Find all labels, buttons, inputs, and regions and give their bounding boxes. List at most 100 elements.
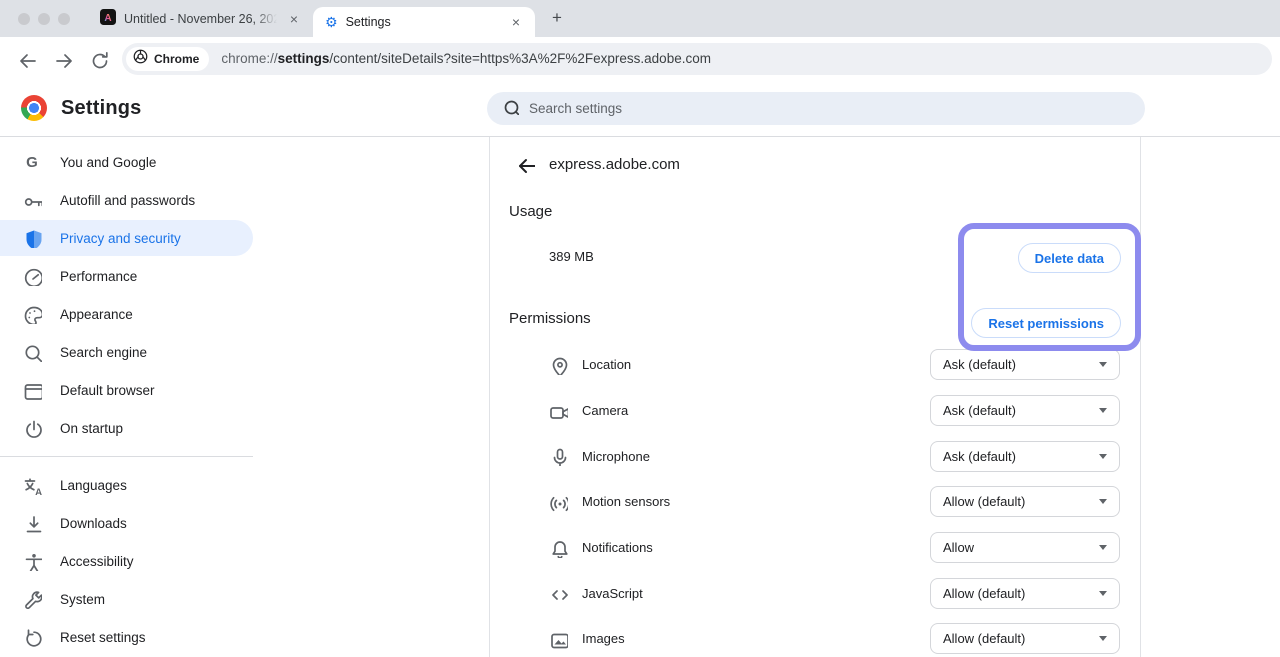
sidebar-item-label: You and Google <box>60 155 156 170</box>
tab-settings[interactable]: ⚙ Settings × <box>313 7 535 37</box>
sidebar-item-accessibility[interactable]: Accessibility <box>0 542 253 580</box>
camera-icon <box>548 401 568 421</box>
selected-value: Allow (default) <box>943 586 1025 601</box>
javascript-icon <box>548 583 568 603</box>
permissions-section-label: Permissions <box>509 310 591 327</box>
tab-title: Settings <box>346 15 499 29</box>
permission-row-images: Images Allow (default) <box>489 616 1141 657</box>
dropdown-caret-icon <box>1099 591 1107 596</box>
settings-sidebar: G You and Google Autofill and passwords … <box>0 137 300 656</box>
permission-label: JavaScript <box>582 586 643 601</box>
google-g-icon: G <box>22 152 42 172</box>
settings-search-input[interactable] <box>529 101 1131 116</box>
sidebar-item-label: System <box>60 592 105 607</box>
sidebar-item-label: Default browser <box>60 383 155 398</box>
sidebar-divider <box>0 456 253 457</box>
microphone-permission-select[interactable]: Ask (default) <box>930 441 1120 472</box>
sidebar-item-reset-settings[interactable]: Reset settings <box>0 618 253 656</box>
tab-strip: A Untitled - November 26, 202 × ⚙ Settin… <box>0 0 1280 37</box>
usage-value: 389 MB <box>549 249 594 264</box>
sidebar-item-label: Appearance <box>60 307 133 322</box>
forward-icon[interactable] <box>50 47 74 71</box>
settings-content: G You and Google Autofill and passwords … <box>0 137 1280 657</box>
key-icon <box>22 190 42 210</box>
tab-close-icon[interactable]: × <box>507 13 525 31</box>
dropdown-caret-icon <box>1099 545 1107 550</box>
window-controls <box>0 13 88 25</box>
sidebar-item-performance[interactable]: Performance <box>0 257 253 295</box>
permission-label: Notifications <box>582 540 653 555</box>
images-icon <box>548 629 568 649</box>
permission-row-camera: Camera Ask (default) <box>489 388 1141 434</box>
notifications-permission-select[interactable]: Allow <box>930 532 1120 563</box>
selected-value: Allow <box>943 540 974 555</box>
tab-close-icon[interactable]: × <box>285 10 303 28</box>
delete-data-button[interactable]: Delete data <box>1018 243 1121 273</box>
permission-row-javascript: JavaScript Allow (default) <box>489 570 1141 616</box>
sidebar-item-system[interactable]: System <box>0 580 253 618</box>
chrome-chip[interactable]: Chrome <box>126 47 209 71</box>
tab-untitled[interactable]: A Untitled - November 26, 202 × <box>88 0 313 37</box>
javascript-permission-select[interactable]: Allow (default) <box>930 578 1120 609</box>
settings-header: Settings <box>0 80 1280 137</box>
dropdown-caret-icon <box>1099 362 1107 367</box>
shield-icon <box>22 228 42 248</box>
selected-value: Ask (default) <box>943 403 1016 418</box>
translate-icon: A <box>22 475 42 495</box>
motion-sensors-permission-select[interactable]: Allow (default) <box>930 486 1120 517</box>
sidebar-item-search-engine[interactable]: Search engine <box>0 333 253 371</box>
sidebar-item-on-startup[interactable]: On startup <box>0 409 253 447</box>
permission-row-motion-sensors: Motion sensors Allow (default) <box>489 479 1141 525</box>
sidebar-item-label: Autofill and passwords <box>60 193 195 208</box>
window-zoom-button[interactable] <box>58 13 70 25</box>
svg-text:A: A <box>104 13 111 24</box>
permission-row-location: Location Ask (default) <box>489 342 1141 388</box>
new-tab-button[interactable]: + <box>543 5 571 33</box>
back-arrow-icon[interactable] <box>515 154 535 174</box>
sidebar-item-you-and-google[interactable]: G You and Google <box>0 143 253 181</box>
reset-permissions-button[interactable]: Reset permissions <box>971 308 1121 338</box>
permission-label: Camera <box>582 403 628 418</box>
location-permission-select[interactable]: Ask (default) <box>930 349 1120 380</box>
permission-label: Motion sensors <box>582 494 670 509</box>
images-permission-select[interactable]: Allow (default) <box>930 623 1120 654</box>
sidebar-item-autofill[interactable]: Autofill and passwords <box>0 181 253 219</box>
sidebar-item-default-browser[interactable]: Default browser <box>0 371 253 409</box>
sidebar-item-appearance[interactable]: Appearance <box>0 295 253 333</box>
address-bar[interactable]: Chrome chrome://settings/content/siteDet… <box>122 43 1272 75</box>
location-icon <box>548 355 568 375</box>
browser-toolbar: Chrome chrome://settings/content/siteDet… <box>0 37 1280 80</box>
sidebar-item-languages[interactable]: A Languages <box>0 466 253 504</box>
reload-icon[interactable] <box>86 47 110 71</box>
browser-window-icon <box>22 380 42 400</box>
window-minimize-button[interactable] <box>38 13 50 25</box>
notifications-icon <box>548 538 568 558</box>
power-icon <box>22 418 42 438</box>
sidebar-item-label: Privacy and security <box>60 231 181 246</box>
window-close-button[interactable] <box>18 13 30 25</box>
permission-row-notifications: Notifications Allow <box>489 525 1141 571</box>
sidebar-item-privacy-and-security[interactable]: Privacy and security <box>0 220 253 256</box>
chrome-mono-logo-icon <box>133 49 148 69</box>
dropdown-caret-icon <box>1099 454 1107 459</box>
url-scheme: chrome:// <box>221 51 277 66</box>
selected-value: Allow (default) <box>943 631 1025 646</box>
sidebar-item-label: Accessibility <box>60 554 134 569</box>
search-icon <box>22 342 42 362</box>
search-icon <box>501 97 519 120</box>
accessibility-icon <box>22 551 42 571</box>
sidebar-item-downloads[interactable]: Downloads <box>0 504 253 542</box>
microphone-icon <box>548 446 568 466</box>
svg-text:A: A <box>35 488 42 496</box>
back-icon[interactable] <box>14 47 38 71</box>
dropdown-caret-icon <box>1099 499 1107 504</box>
settings-search[interactable] <box>487 92 1145 125</box>
url-path: /content/siteDetails?site=https%3A%2F%2F… <box>329 51 711 66</box>
speedometer-icon <box>22 266 42 286</box>
permission-label: Microphone <box>582 449 650 464</box>
permission-label: Location <box>582 357 631 372</box>
dropdown-caret-icon <box>1099 408 1107 413</box>
chrome-chip-label: Chrome <box>154 52 199 66</box>
camera-permission-select[interactable]: Ask (default) <box>930 395 1120 426</box>
selected-value: Allow (default) <box>943 494 1025 509</box>
